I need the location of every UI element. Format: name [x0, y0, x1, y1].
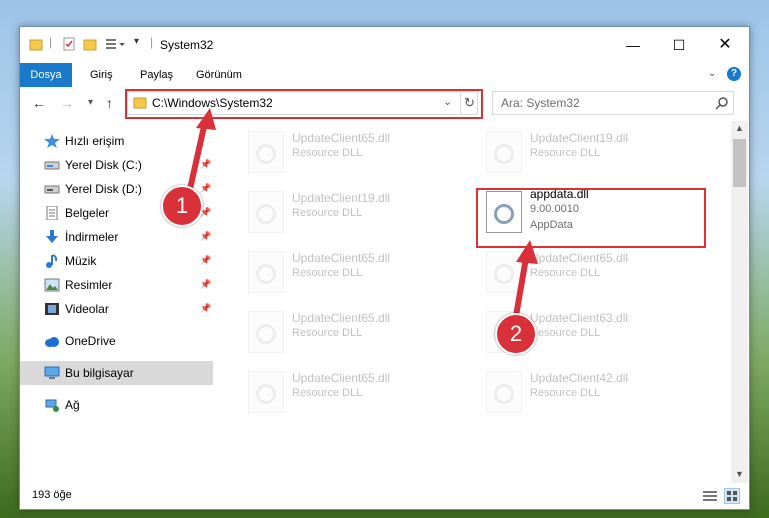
step-2-badge: 2 [495, 313, 537, 355]
step-1-badge: 1 [161, 185, 203, 227]
annotation-arrows [185, 108, 538, 317]
